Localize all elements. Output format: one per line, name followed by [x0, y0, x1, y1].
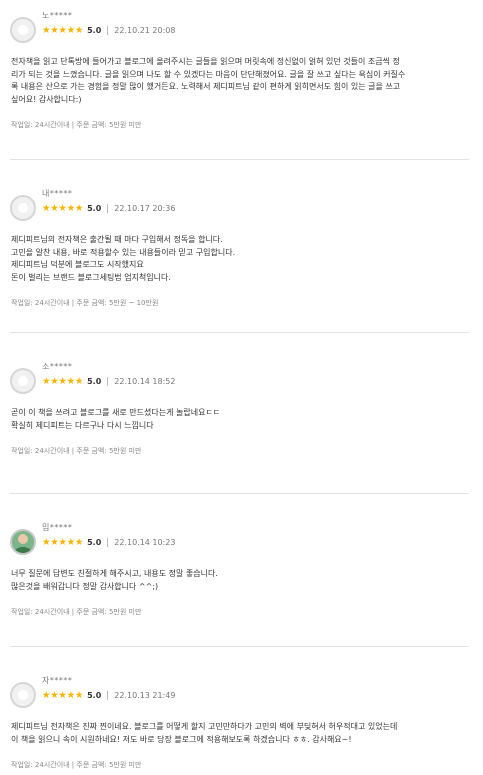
- review-line: 리가 되는 것을 느꼈습니다. 글을 읽으며 나도 할 수 있겠다는 마음이 단…: [11, 69, 406, 79]
- divider-bar: [107, 377, 109, 386]
- default-avatar-icon: [10, 195, 36, 221]
- review-date: 22.10.14 10:23: [114, 538, 176, 547]
- reviewer-name: 노*****: [42, 11, 73, 20]
- review-line: 많은것을 배워갑니다 정말 감사합니다 ^^;): [11, 581, 159, 591]
- divider-bar: [107, 26, 109, 35]
- review-line: 제디피트님의 전자책은 출간될 때 마다 구입해서 정독을 합니다.: [11, 235, 223, 244]
- star-rating-icon: ★★★★★: [42, 537, 84, 548]
- star-rating-icon: ★★★★★: [42, 25, 84, 36]
- review-line: 확실히 제디피트는 다르구나 다시 느낍니다: [11, 420, 154, 430]
- reviewer-name: 자*****: [42, 676, 73, 685]
- reviewer-name: 밈*****: [42, 523, 73, 532]
- user-photo-avatar-icon: [10, 529, 36, 555]
- review-date: 22.10.14 18:52: [114, 377, 176, 386]
- rating-score: 5.0: [87, 377, 102, 386]
- review-item: 내***** ★★★★★ 5.0 22.10.17 20:36 제디피트님의 전…: [0, 160, 483, 332]
- review-line: 이 책을 읽으니 속이 시원하네요! 저도 바로 당장 블로그에 적용해보도록 …: [11, 734, 352, 744]
- review-date: 22.10.17 20:36: [114, 204, 176, 213]
- review-line: 제디피트님 전자책은 진짜 찐이네요. 블로그를 어떻게 할지 고민만하다가 고…: [11, 722, 398, 731]
- default-avatar-icon: [10, 17, 36, 43]
- review-line: 곧이 이 책을 쓰려고 블로그를 새로 만드셨다는게 놀랍네요ㄷㄷ: [11, 408, 221, 417]
- divider-bar: [107, 538, 109, 547]
- review-item: 노***** ★★★★★ 5.0 22.10.21 20:08 전자책을 읽고 …: [0, 0, 483, 159]
- rating-score: 5.0: [87, 691, 102, 700]
- review-header: 내***** ★★★★★ 5.0 22.10.17 20:36: [10, 186, 469, 221]
- review-text: 제디피트님 전자책은 진짜 찐이네요. 블로그를 어떻게 할지 고민만하다가 고…: [10, 721, 469, 746]
- review-date: 22.10.13 21:49: [114, 691, 176, 700]
- review-item: 자***** ★★★★★ 5.0 22.10.13 21:49 제디피트님 전자…: [0, 647, 483, 775]
- default-avatar-icon: [10, 682, 36, 708]
- order-info: 작업일: 24시간이내 | 주문 금액: 5만원 ~ 10만원: [11, 299, 159, 307]
- review-date: 22.10.21 20:08: [114, 26, 176, 35]
- divider-bar: [107, 691, 109, 700]
- review-header: 소***** ★★★★★ 5.0 22.10.14 18:52: [10, 359, 469, 394]
- review-text: 너무 질문에 답변도 친절하게 해주시고, 내용도 정말 좋습니다. 많은것을 …: [10, 568, 469, 593]
- review-line: 제디피트님 덕분에 블로그도 시작했지요: [11, 260, 144, 269]
- review-item: 밈***** ★★★★★ 5.0 22.10.14 10:23 너무 질문에 답…: [0, 494, 483, 646]
- review-item: 소***** ★★★★★ 5.0 22.10.14 18:52 곧이 이 책을 …: [0, 333, 483, 493]
- review-header: 노***** ★★★★★ 5.0 22.10.21 20:08: [10, 8, 469, 43]
- default-avatar-icon: [10, 368, 36, 394]
- order-info: 작업일: 24시간이내 | 주문 금액: 5만원 미만: [11, 447, 142, 455]
- review-line: 싶어요! 감사합니다:): [11, 94, 82, 104]
- review-line: 전자책을 읽고 단톡방에 들어가고 블로그에 올려주시는 글들을 읽으며 머릿속…: [11, 57, 400, 66]
- order-info: 작업일: 24시간이내 | 주문 금액: 5만원 미만: [11, 608, 142, 616]
- review-line: 너무 질문에 답변도 친절하게 해주시고, 내용도 정말 좋습니다.: [11, 569, 218, 578]
- star-rating-icon: ★★★★★: [42, 203, 84, 214]
- rating-score: 5.0: [87, 26, 102, 35]
- divider-bar: [107, 204, 109, 213]
- review-text: 전자책을 읽고 단톡방에 들어가고 블로그에 올려주시는 글들을 읽으며 머릿속…: [10, 56, 469, 106]
- review-header: 자***** ★★★★★ 5.0 22.10.13 21:49: [10, 673, 469, 708]
- review-list: 노***** ★★★★★ 5.0 22.10.21 20:08 전자책을 읽고 …: [0, 0, 483, 775]
- rating-score: 5.0: [87, 204, 102, 213]
- star-rating-icon: ★★★★★: [42, 376, 84, 387]
- review-line: 고민을 알찬 내용, 바로 적용할수 있는 내용들이라 믿고 구입합니다.: [11, 247, 236, 257]
- review-text: 곧이 이 책을 쓰려고 블로그를 새로 만드셨다는게 놀랍네요ㄷㄷ 확실히 제디…: [10, 407, 469, 432]
- review-line: 돈이 벌리는 브랜드 블로그세팅법 엄지척입니다.: [11, 272, 171, 282]
- order-info: 작업일: 24시간이내 | 주문 금액: 5만원 미만: [11, 761, 142, 769]
- review-header: 밈***** ★★★★★ 5.0 22.10.14 10:23: [10, 520, 469, 555]
- review-line: 록 내용은 산으로 가는 경험을 정말 많이 했거든요. 노력해서 제디피트님 …: [11, 82, 401, 91]
- order-info: 작업일: 24시간이내 | 주문 금액: 5만원 미만: [11, 121, 142, 129]
- reviewer-name: 내*****: [42, 189, 73, 198]
- review-text: 제디피트님의 전자책은 출간될 때 마다 구입해서 정독을 합니다. 고민을 알…: [10, 234, 469, 284]
- star-rating-icon: ★★★★★: [42, 690, 84, 701]
- rating-score: 5.0: [87, 538, 102, 547]
- reviewer-name: 소*****: [42, 362, 73, 371]
